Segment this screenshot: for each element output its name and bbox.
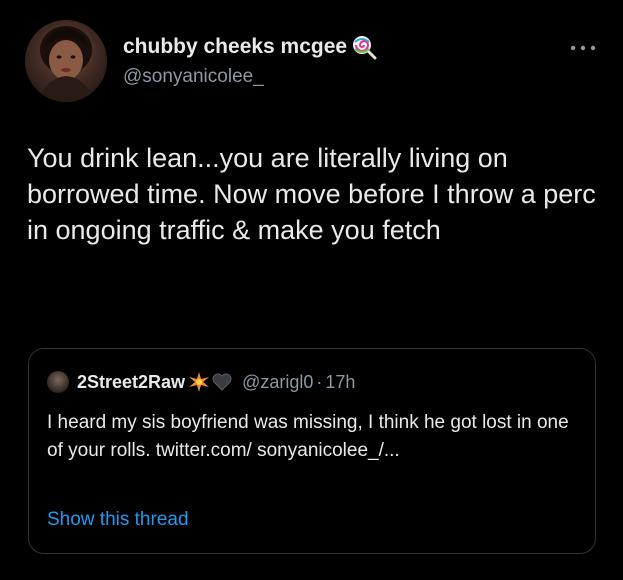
sparkle-icon xyxy=(188,371,210,393)
quote-author-name[interactable]: 2Street2Raw xyxy=(77,372,185,393)
more-icon[interactable] xyxy=(568,40,598,51)
tweet-card: chubby cheeks mcgee @sonyanicolee_ You d… xyxy=(0,0,623,580)
author-handle[interactable]: @sonyanicolee_ xyxy=(123,66,264,88)
author-avatar[interactable] xyxy=(25,20,107,102)
avatar-portrait-icon xyxy=(39,26,93,102)
quote-author-handle[interactable]: @zarigl0 xyxy=(242,372,313,393)
quote-timestamp[interactable]: 17h xyxy=(325,372,355,393)
lollipop-icon xyxy=(351,34,377,60)
quote-tweet-card[interactable]: 2Street2Raw @zarigl0 · 17h I heard my si… xyxy=(28,348,596,554)
quote-text: I heard my sis boyfriend was missing, I … xyxy=(47,412,569,461)
author-display-name[interactable]: chubby cheeks mcgee xyxy=(123,34,377,60)
tweet-text: You drink lean...you are literally livin… xyxy=(27,143,596,245)
quote-header: 2Street2Raw @zarigl0 · 17h xyxy=(47,371,355,393)
author-display-name-text: chubby cheeks mcgee xyxy=(123,35,348,58)
black-heart-icon xyxy=(212,373,232,391)
quote-author-avatar[interactable] xyxy=(47,371,69,393)
show-thread-link[interactable]: Show this thread xyxy=(47,509,189,531)
quote-separator: · xyxy=(316,371,323,392)
